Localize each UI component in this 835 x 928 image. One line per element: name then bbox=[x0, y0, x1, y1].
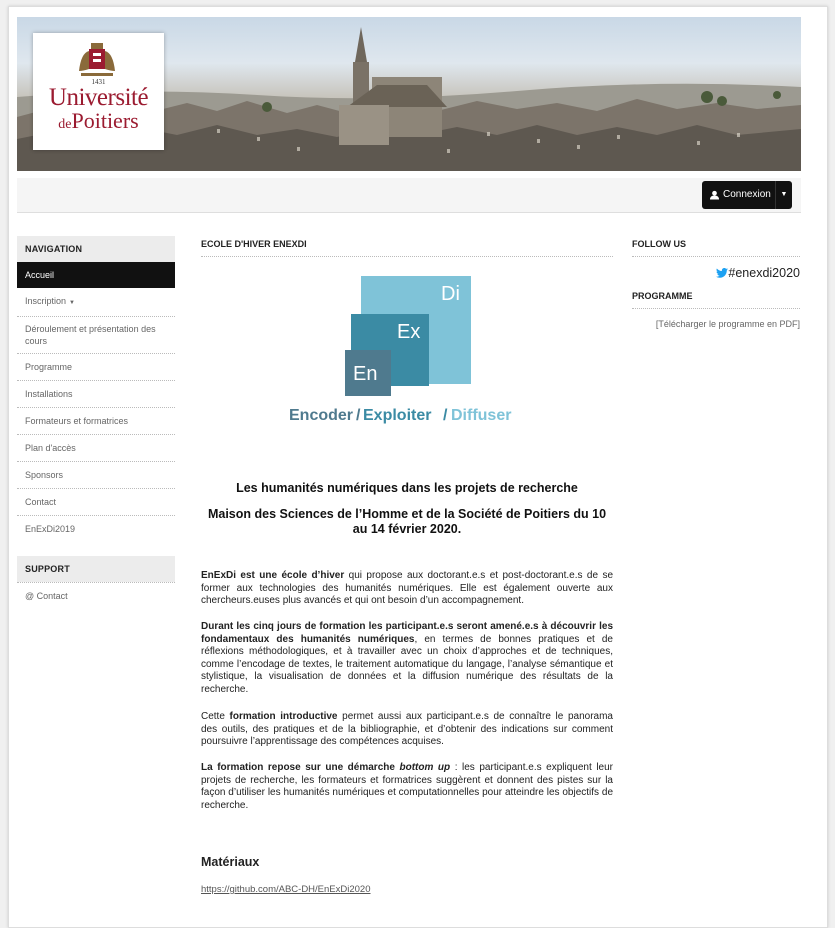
navigation-heading: NAVIGATION bbox=[17, 236, 175, 262]
support-heading: SUPPORT bbox=[17, 556, 175, 582]
dropdown-caret-icon: ▼ bbox=[69, 300, 75, 306]
enexdi-logo: Di Ex En Encoder / Exploiter / Diffuser bbox=[289, 276, 511, 424]
top-toolbar: Connexion ▼ bbox=[17, 178, 801, 213]
nav-item-enexdi2019[interactable]: EnExDi2019 bbox=[17, 516, 175, 542]
nav-item-formateurs[interactable]: Formateurs et formatrices bbox=[17, 408, 175, 435]
nav-item-programme[interactable]: Programme bbox=[17, 354, 175, 381]
svg-text:Encoder: Encoder bbox=[289, 407, 353, 424]
university-logo[interactable]: 1431 Université dePoitiers bbox=[33, 33, 164, 150]
nav-item-plan-acces[interactable]: Plan d'accès bbox=[17, 435, 175, 462]
main-content: ECOLE D'HIVER ENEXDI Di Ex En Encoder / … bbox=[201, 236, 613, 895]
follow-us-heading: FOLLOW US bbox=[632, 236, 800, 257]
right-sidebar: FOLLOW US #enexdi2020 PROGRAMME [Télécha… bbox=[632, 236, 800, 329]
svg-text:/: / bbox=[356, 407, 361, 424]
nav-item-inscription[interactable]: Inscription ▼ bbox=[17, 288, 175, 317]
svg-text:Exploiter: Exploiter bbox=[363, 407, 431, 424]
nav-item-deroulement[interactable]: Déroulement et présentation des cours bbox=[17, 317, 175, 354]
nav-item-contact[interactable]: Contact bbox=[17, 489, 175, 516]
programme-heading: PROGRAMME bbox=[632, 288, 800, 309]
support-contact-link[interactable]: @ Contact bbox=[17, 582, 175, 609]
github-link[interactable]: https://github.com/ABC-DH/EnExDi2020 bbox=[201, 884, 371, 895]
subtitle-humanites: Les humanités numériques dans les projet… bbox=[236, 481, 578, 495]
left-sidebar: NAVIGATION Accueil Inscription ▼ Déroulem… bbox=[17, 236, 175, 609]
svg-text:Di: Di bbox=[441, 283, 460, 305]
nav-item-sponsors[interactable]: Sponsors bbox=[17, 462, 175, 489]
svg-text:En: En bbox=[353, 363, 377, 385]
materials-heading: Matériaux bbox=[201, 855, 260, 869]
twitter-link[interactable]: #enexdi2020 bbox=[632, 266, 800, 280]
subtitle-dates: Maison des Sciences de l’Homme et de la … bbox=[207, 507, 607, 536]
nav-item-installations[interactable]: Installations bbox=[17, 381, 175, 408]
pdf-download: [Télécharger le programme en PDF] bbox=[655, 319, 800, 329]
pdf-download-link[interactable]: Télécharger le programme en PDF bbox=[658, 319, 797, 329]
svg-text:Ex: Ex bbox=[397, 321, 420, 343]
user-icon bbox=[710, 190, 719, 200]
page-title: ECOLE D'HIVER ENEXDI bbox=[201, 236, 613, 257]
paragraph-intro: EnExDi est une école d’hiver qui propose… bbox=[201, 570, 614, 606]
paragraph-formation-introductive: Cette formation introductive permet auss… bbox=[201, 711, 613, 747]
twitter-icon bbox=[716, 268, 729, 278]
login-label: Connexion bbox=[723, 189, 771, 200]
svg-text:Diffuser: Diffuser bbox=[451, 407, 511, 424]
login-dropdown-caret-icon[interactable]: ▼ bbox=[775, 181, 792, 209]
paragraph-bottom-up: La formation repose sur une démarche bot… bbox=[201, 762, 613, 811]
nav-item-accueil[interactable]: Accueil bbox=[17, 262, 175, 288]
logo-text-poitiers: dePoitiers bbox=[58, 108, 139, 133]
crest-icon bbox=[79, 43, 115, 76]
header-banner: 1431 Université dePoitiers bbox=[17, 17, 801, 171]
svg-text:/: / bbox=[443, 407, 448, 424]
login-button[interactable]: Connexion ▼ bbox=[702, 181, 792, 209]
paragraph-cinq-jours: Durant les cinq jours de formation les p… bbox=[201, 621, 613, 695]
